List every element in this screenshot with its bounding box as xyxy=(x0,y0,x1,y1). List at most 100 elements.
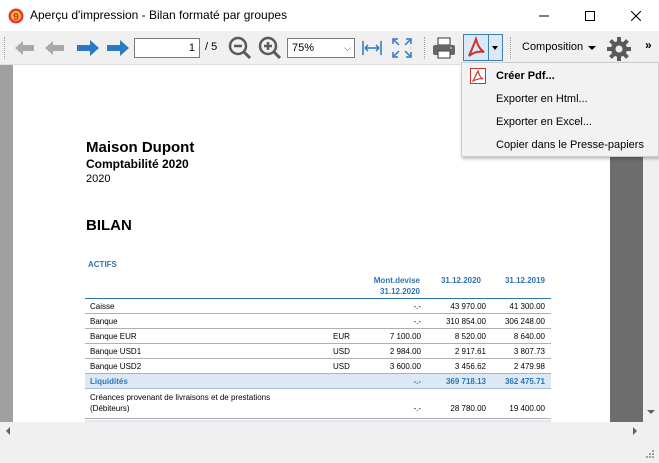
report-subtitle: Comptabilité 2020 xyxy=(86,157,189,171)
row-mont: -.- xyxy=(413,317,421,326)
close-icon xyxy=(631,10,641,21)
toolbar-separator-2 xyxy=(510,37,513,59)
menu-item-label: Copier dans le Presse-papiers xyxy=(496,139,644,151)
composition-label: Composition xyxy=(522,41,584,53)
resize-grip-icon[interactable] xyxy=(645,449,655,459)
row-label: Caisse xyxy=(90,302,115,311)
row-mont: -.- xyxy=(413,404,421,413)
row-label: Banque USD1 xyxy=(90,347,142,356)
header-mont-devise-line1: Mont.devise xyxy=(373,276,420,285)
menu-item-export-excel[interactable]: Exporter en Excel... xyxy=(462,111,658,133)
table-row: Caisse -.- 43 970.00 41 300.00 xyxy=(85,299,551,314)
minimize-button[interactable] xyxy=(521,0,567,31)
page-total: / 5 xyxy=(205,41,218,53)
last-page-icon[interactable] xyxy=(106,38,130,58)
group-row-mont: -.- xyxy=(413,377,421,386)
menu-item-copy-clipboard[interactable]: Copier dans le Presse-papiers xyxy=(462,134,658,156)
report-year: 2020 xyxy=(86,173,111,185)
section-title: BILAN xyxy=(86,217,132,234)
row-label: Banque EUR xyxy=(90,332,137,341)
export-menu: Créer Pdf... Exporter en Html... Exporte… xyxy=(461,62,659,157)
header-mont-devise: Mont.devise 31.12.2020 xyxy=(353,275,420,297)
row-label-line2: (Débiteurs) xyxy=(90,404,130,413)
chevron-down-icon: ⌵ xyxy=(344,43,351,53)
status-bar xyxy=(0,439,659,463)
pdf-icon xyxy=(470,68,486,84)
row-2019: 2 479.98 xyxy=(513,362,545,371)
group-row-label: Liquidités xyxy=(90,377,128,386)
pdf-icon xyxy=(468,35,485,57)
close-button[interactable] xyxy=(613,0,659,31)
group-total-row: Liquidités -.- 369 718.13 362 475.71 xyxy=(85,374,551,389)
row-2020: 2 917.61 xyxy=(454,347,486,356)
row-mont: -.- xyxy=(413,302,421,311)
menu-item-export-html[interactable]: Exporter en Html... xyxy=(462,88,658,110)
app-logo-icon: 9 xyxy=(8,8,24,24)
row-2020: 3 456.62 xyxy=(454,362,486,371)
print-preview-window: 9 Aperçu d'impression - Bilan formaté pa… xyxy=(0,0,659,463)
gear-icon[interactable] xyxy=(606,36,632,62)
export-dropdown-button[interactable] xyxy=(489,34,503,61)
first-page-icon[interactable] xyxy=(14,38,36,58)
group-row-2019: 362 475.71 xyxy=(504,377,545,386)
row-2020: 8 520.00 xyxy=(454,332,486,341)
fit-page-icon[interactable] xyxy=(391,37,413,59)
caret-down-icon xyxy=(492,46,498,50)
row-amount: 3 600.00 xyxy=(389,362,421,371)
row-amount: 2 984.00 xyxy=(389,347,421,356)
toolbar-separator xyxy=(424,37,427,59)
zoom-in-icon[interactable] xyxy=(258,36,282,60)
header-2019: 31.12.2019 xyxy=(504,276,545,285)
menu-item-label: Créer Pdf... xyxy=(496,70,555,82)
maximize-icon xyxy=(585,10,595,21)
zoom-value: 75% xyxy=(292,42,315,54)
table-row: Banque USD2 USD 3 600.00 3 456.62 2 479.… xyxy=(85,359,551,374)
print-icon[interactable] xyxy=(431,35,457,61)
maximize-button[interactable] xyxy=(567,0,613,31)
toolbar-grip xyxy=(4,37,7,59)
horizontal-scrollbar[interactable] xyxy=(0,422,643,439)
header-mont-devise-line2: 31.12.2020 xyxy=(379,287,420,296)
table-row: Banque -.- 310 854.00 306 248.00 xyxy=(85,314,551,329)
title-bar: 9 Aperçu d'impression - Bilan formaté pa… xyxy=(0,0,659,31)
scrollbar-corner xyxy=(643,422,659,439)
row-2019: 41 300.00 xyxy=(509,302,545,311)
row-2019: 306 248.00 xyxy=(504,317,545,326)
row-2019: 19 400.00 xyxy=(509,404,545,413)
row-2020: 310 854.00 xyxy=(445,317,486,326)
menu-item-label: Exporter en Excel... xyxy=(496,116,592,128)
group-title: ACTIFS xyxy=(88,260,117,269)
row-2019: 8 640.00 xyxy=(513,332,545,341)
page-number-input[interactable]: 1 xyxy=(134,38,200,58)
scroll-right-icon[interactable] xyxy=(632,427,638,435)
fit-width-icon[interactable] xyxy=(361,38,383,58)
table-row: Créances provenant de livraisons et de p… xyxy=(85,391,551,419)
row-2019: 3 807.73 xyxy=(513,347,545,356)
zoom-select[interactable]: 75% ⌵ xyxy=(287,38,355,58)
row-2020: 43 970.00 xyxy=(450,302,486,311)
menu-item-create-pdf[interactable]: Créer Pdf... xyxy=(462,65,658,87)
scroll-left-icon[interactable] xyxy=(5,427,11,435)
previous-page-icon[interactable] xyxy=(44,38,66,58)
minimize-icon xyxy=(539,15,549,16)
table-row: Banque EUR EUR 7 100.00 8 520.00 8 640.0… xyxy=(85,329,551,344)
pdf-export-button[interactable] xyxy=(463,34,489,61)
row-currency: USD xyxy=(333,362,350,371)
row-amount: 7 100.00 xyxy=(389,332,421,341)
row-2020: 28 780.00 xyxy=(450,404,486,413)
row-label: Banque USD2 xyxy=(90,362,142,371)
scroll-down-icon[interactable] xyxy=(647,409,655,415)
next-page-icon[interactable] xyxy=(76,38,100,58)
row-label: Banque xyxy=(90,317,118,326)
window-title: Aperçu d'impression - Bilan formaté par … xyxy=(30,8,288,22)
menu-item-label: Exporter en Html... xyxy=(496,93,588,105)
caret-down-icon xyxy=(588,46,596,50)
svg-text:9: 9 xyxy=(13,12,19,23)
company-name: Maison Dupont xyxy=(86,139,195,156)
zoom-out-icon[interactable] xyxy=(228,36,252,60)
table-row: Banque USD1 USD 2 984.00 2 917.61 3 807.… xyxy=(85,344,551,359)
row-currency: USD xyxy=(333,347,350,356)
group-row-2020: 369 718.13 xyxy=(445,377,486,386)
toolbar-overflow-button[interactable]: » xyxy=(645,38,652,52)
row-currency: EUR xyxy=(333,332,350,341)
